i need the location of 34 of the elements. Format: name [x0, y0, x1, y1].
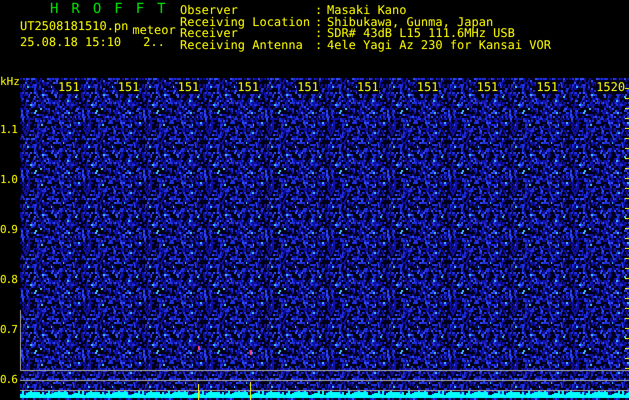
x-axis-label: 151 [357, 80, 379, 94]
info-value: Shibukawa, Gunma, Japan [327, 16, 494, 27]
count-label: 2.. [143, 36, 165, 49]
info-separator: : [315, 4, 324, 16]
y-axis-label: 0.6 [0, 373, 17, 386]
y-axis-label: 1.1 [0, 123, 17, 136]
timestamp: 25.08.18 15:10 [20, 36, 122, 49]
x-axis-label: 151 [476, 80, 498, 94]
info-separator: : [315, 27, 324, 38]
mode-label: meteor [132, 24, 176, 37]
info-value: SDR# 43dB L15 111.6MHz USB [327, 27, 515, 38]
program-title: HROFFT [50, 2, 180, 17]
x-axis-label: 151 [58, 80, 80, 94]
y-axis-label: 0.8 [0, 273, 17, 286]
axis-unit: kHz [0, 75, 20, 88]
y-axis-label: 0.7 [0, 323, 17, 336]
x-axis-label: 151 [536, 80, 558, 94]
info-separator: : [315, 16, 324, 27]
x-axis-label: 151 [178, 80, 200, 94]
info-label: Receiving Antenna [180, 38, 304, 50]
info-label: Receiving Location [180, 16, 312, 27]
info-value: 4ele Yagi Az 230 for Kansai VOR [327, 38, 551, 50]
x-axis-label: 151 [237, 80, 260, 94]
info-value: Masaki Kano [327, 4, 408, 16]
x-axis-label: 151 [118, 80, 140, 94]
info-label: Observer [180, 4, 238, 16]
x-axis-label: 151 [416, 80, 438, 94]
file-name: UT2508181510.pn [20, 20, 128, 33]
x-axis-label: 1520 [596, 80, 626, 94]
info-separator: : [315, 38, 324, 50]
x-axis-label: 151 [297, 80, 319, 94]
y-axis-label: 0.9 [0, 223, 17, 236]
info-label: Receiver [180, 27, 238, 38]
y-axis-label: 1.0 [0, 173, 17, 186]
